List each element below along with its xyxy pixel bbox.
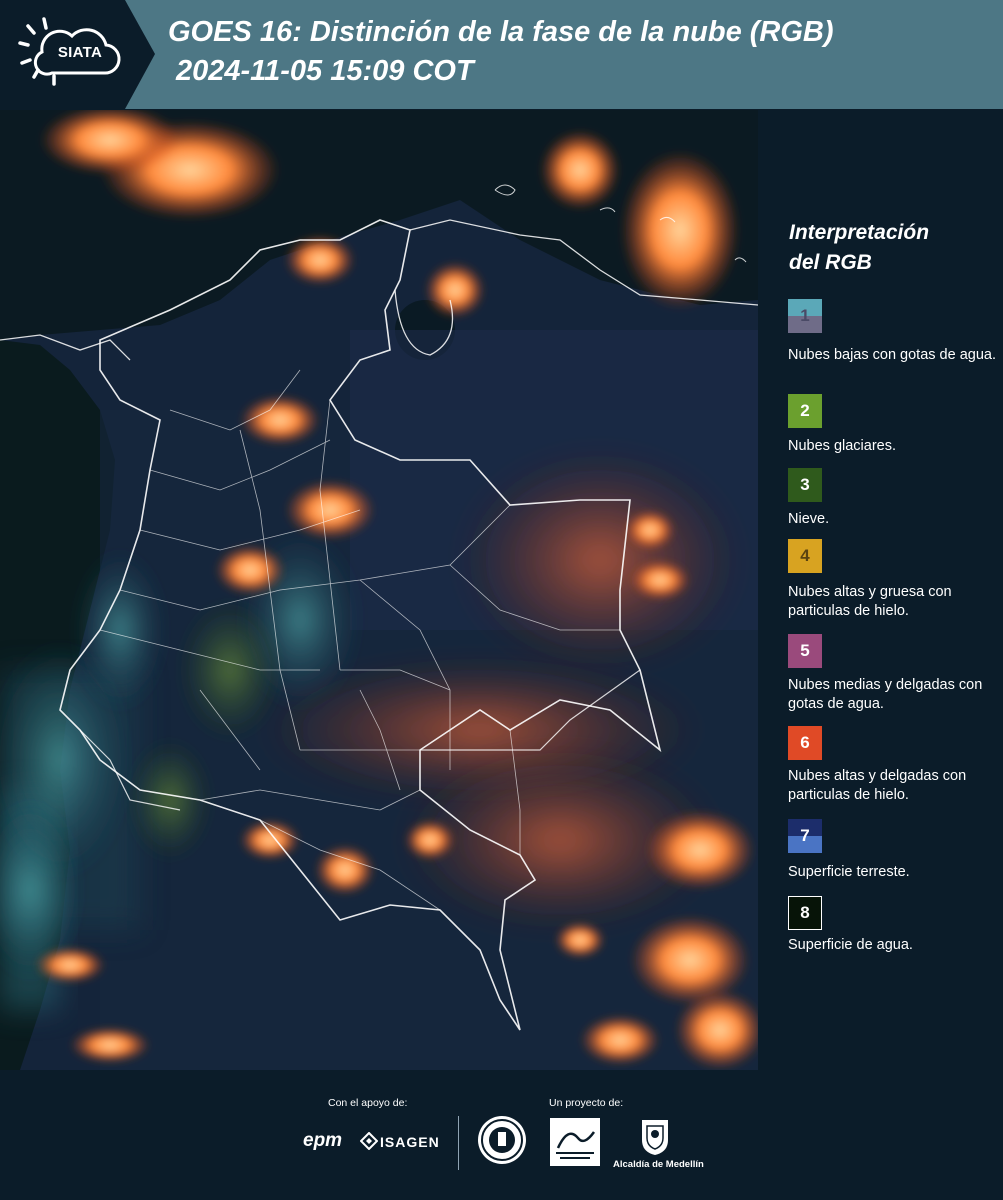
epm-logo: epm — [303, 1130, 343, 1151]
legend-label-2: Nubes glaciares. — [788, 438, 896, 454]
legend-label-4: Nubes altas y gruesa con particulas de h… — [788, 584, 952, 619]
legend-number-2: 2 — [800, 401, 810, 420]
page-title: GOES 16: Distinción de la fase de la nub… — [168, 16, 834, 48]
logo-text: SIATA — [57, 44, 103, 61]
siata-logo: SIATA — [0, 0, 155, 109]
isagen-icon — [360, 1132, 378, 1150]
legend-swatch-4: 4 — [788, 539, 822, 573]
legend-number-5: 5 — [800, 641, 810, 660]
area-metropolitana-logo — [550, 1118, 600, 1166]
legend-title-line1: Interpretación — [789, 221, 930, 244]
legend-swatch-1: 1 — [788, 299, 822, 333]
header-bar: SIATA GOES 16: Distinción de la fase de … — [0, 0, 1003, 109]
footer: Con el apoyo de: Un proyecto de: epm ISA… — [0, 1070, 1003, 1200]
legend-number-7: 7 — [800, 826, 810, 845]
support-label: Con el apoyo de: — [328, 1097, 408, 1109]
legend-label-5: Nubes medias y delgadas con gotas de agu… — [788, 677, 983, 712]
legend-swatch-6: 6 — [788, 726, 822, 760]
timestamp: 2024-11-05 15:09 COT — [176, 55, 474, 87]
project-label: Un proyecto de: — [549, 1097, 624, 1109]
legend-number-3: 3 — [800, 475, 810, 494]
legend-number-6: 6 — [800, 733, 810, 752]
alcaldia-label: Alcaldía de Medellín — [613, 1159, 704, 1170]
satellite-map — [0, 110, 758, 1070]
legend-panel: Interpretación del RGB 1 Nubes bajas con… — [760, 110, 1003, 1070]
legend-label-7: Superficie terreste. — [788, 864, 910, 880]
legend-number-8: 8 — [800, 903, 810, 922]
legend-swatch-7: 7 — [788, 819, 822, 853]
legend-swatch-8: 8 — [788, 896, 822, 930]
legend-title-line2: del RGB — [789, 251, 872, 274]
footer-divider — [458, 1116, 459, 1170]
legend-label-8: Superficie de agua. — [788, 937, 913, 953]
legend-swatch-3: 3 — [788, 468, 822, 502]
legend-label-1: Nubes bajas con gotas de agua. — [788, 347, 996, 363]
alcaldia-shield-icon — [642, 1120, 668, 1155]
legend-label-6: Nubes altas y delgadas con particulas de… — [788, 768, 967, 803]
legend-swatch-5: 5 — [788, 634, 822, 668]
legend-number-4: 4 — [800, 546, 810, 565]
legend-label-3: Nieve. — [788, 511, 830, 527]
legend-swatch-2: 2 — [788, 394, 822, 428]
legend-title: Interpretación del RGB — [789, 218, 929, 278]
satellite-image — [0, 110, 758, 1070]
legend-number-1: 1 — [800, 306, 810, 325]
isagen-logo: ISAGEN — [380, 1134, 440, 1150]
university-seal-icon — [478, 1116, 526, 1164]
